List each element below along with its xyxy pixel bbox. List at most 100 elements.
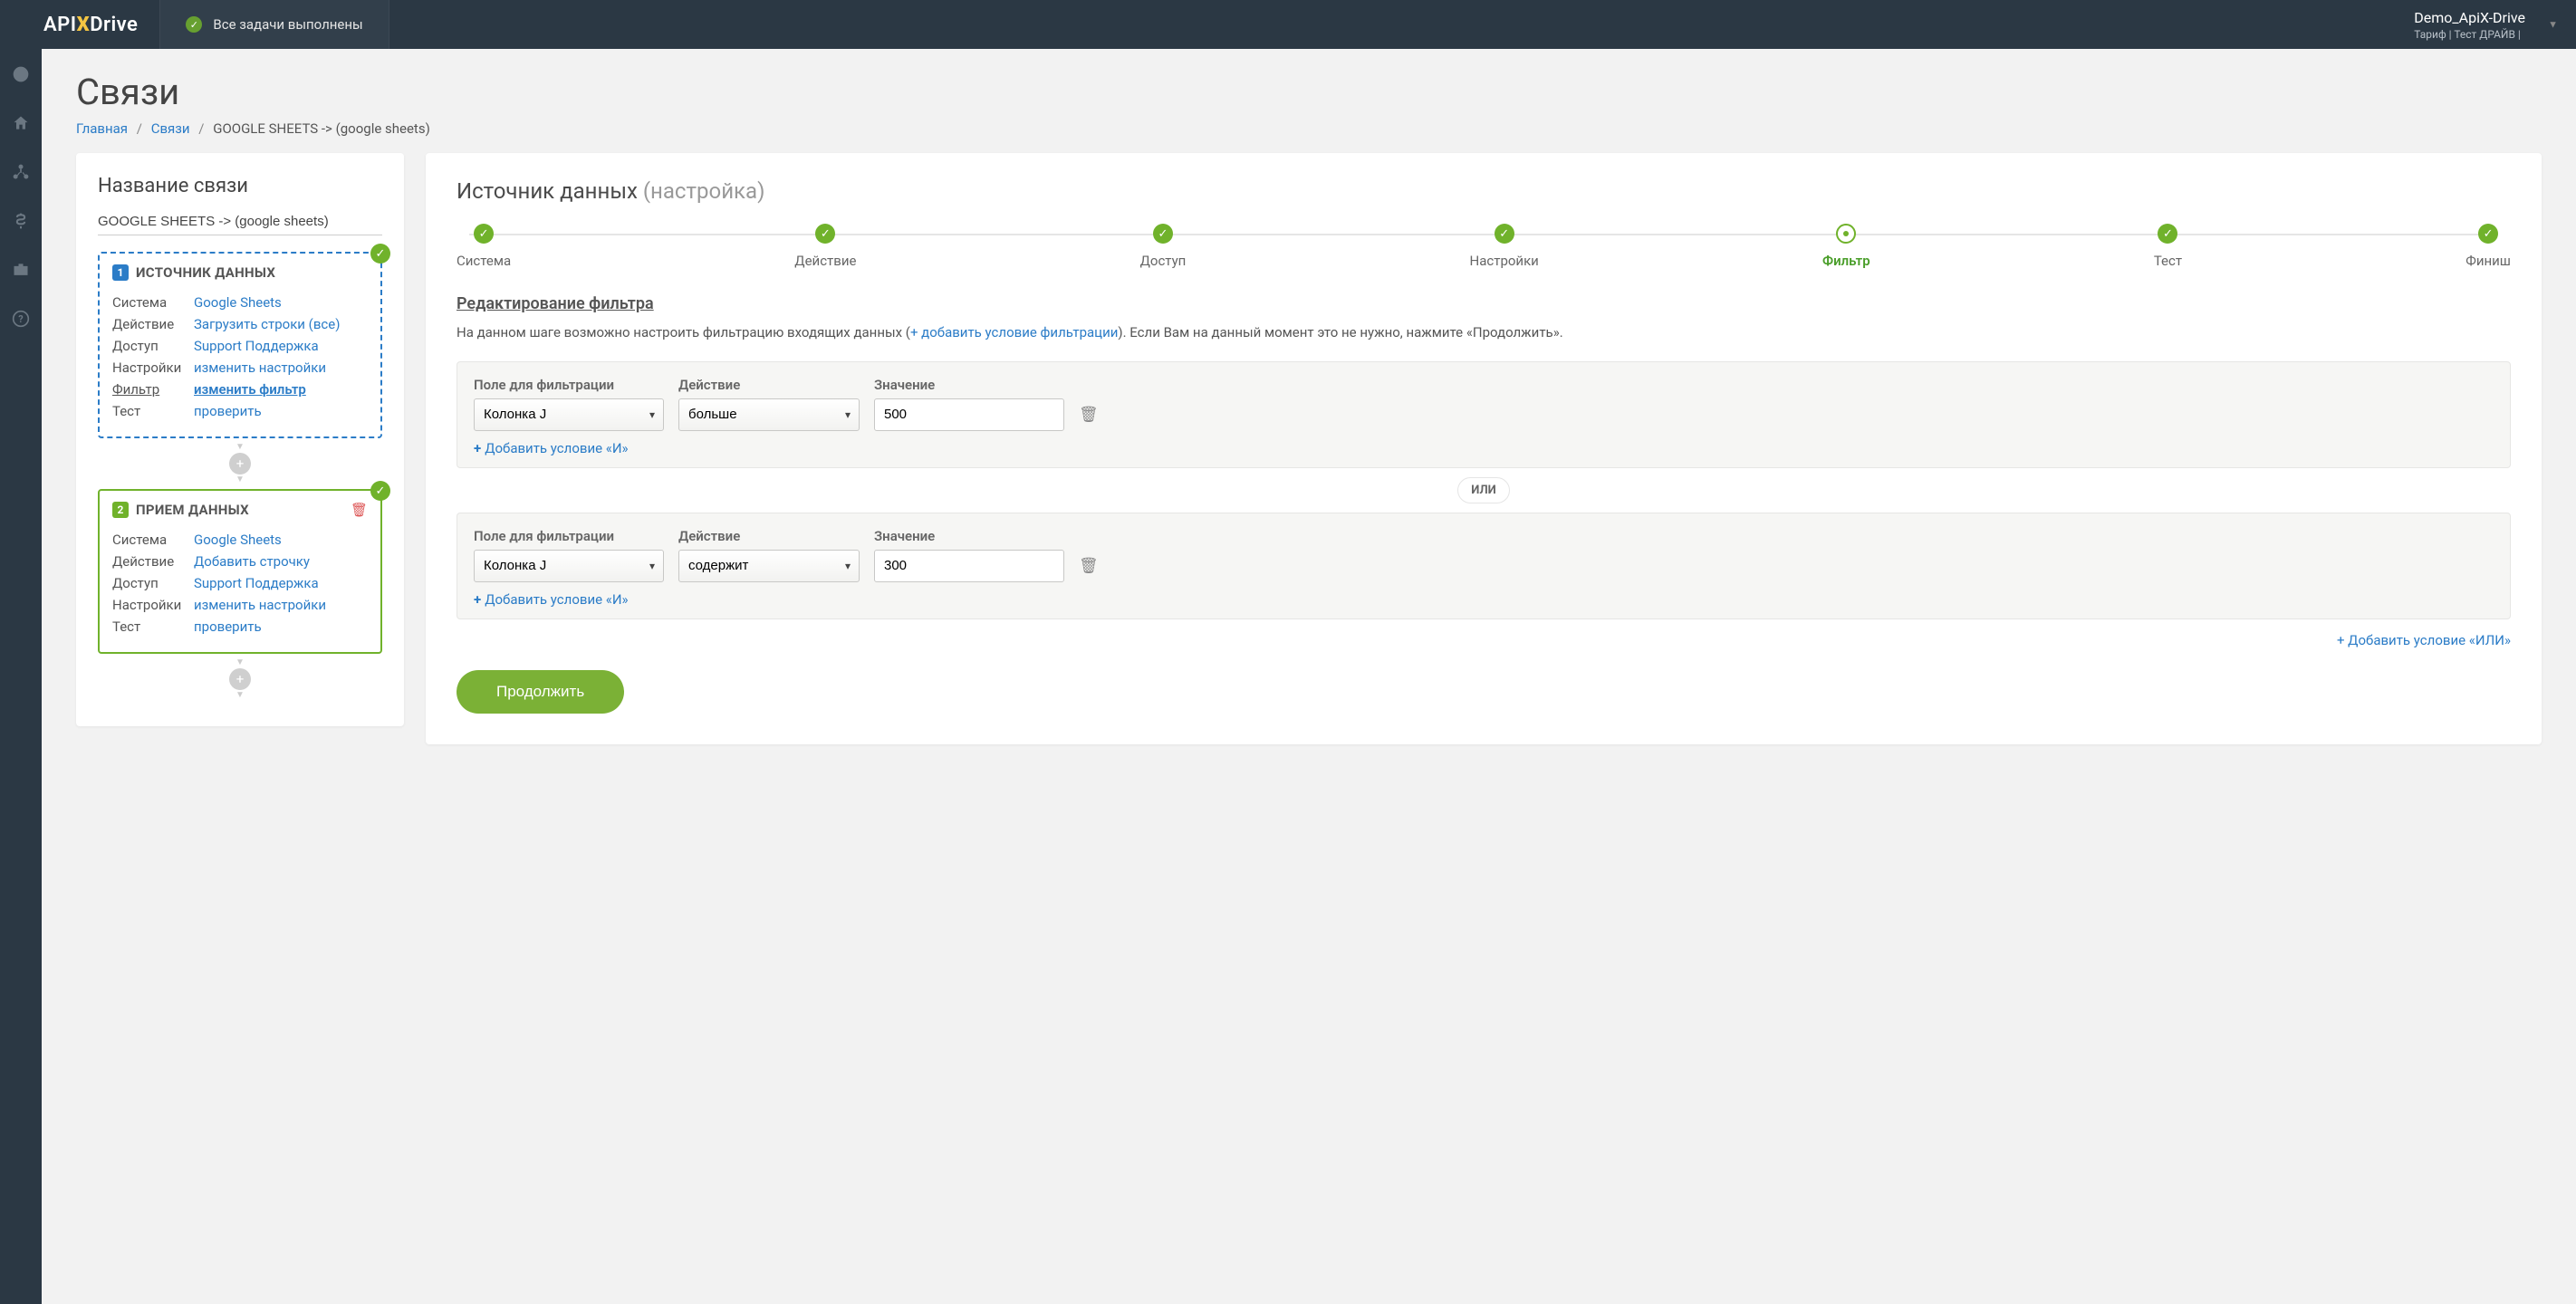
- config-key: Настройки: [112, 357, 194, 379]
- value-label: Значение: [874, 377, 1064, 393]
- breadcrumb: Главная / Связи / GOOGLE SHEETS -> (goog…: [76, 120, 2542, 137]
- config-row: Настройкиизменить настройки: [112, 594, 368, 616]
- source-block: ✓ 1 ИСТОЧНИК ДАННЫХ СистемаGoogle Sheets…: [98, 252, 382, 438]
- step-система[interactable]: ✓ Система: [457, 224, 511, 269]
- filter-action-select[interactable]: больше: [678, 398, 860, 431]
- add-and-button[interactable]: + Добавить условие «И»: [474, 440, 629, 456]
- add-or-button[interactable]: + Добавить условие «ИЛИ»: [2337, 632, 2511, 648]
- source-title: ИСТОЧНИК ДАННЫХ: [136, 264, 275, 281]
- add-filter-link[interactable]: + добавить условие фильтрации: [910, 324, 1118, 340]
- config-row: Тестпроверить: [112, 616, 368, 638]
- step-финиш[interactable]: ✓Финиш: [2465, 224, 2511, 269]
- config-key: Доступ: [112, 335, 194, 357]
- field-label: Поле для фильтрации: [474, 377, 664, 393]
- config-key: Система: [112, 529, 194, 551]
- check-badge-icon: ✓: [370, 244, 390, 264]
- nav-connections-icon[interactable]: [0, 156, 42, 188]
- config-key: Действие: [112, 313, 194, 335]
- config-value-link[interactable]: изменить настройки: [194, 594, 326, 616]
- delete-filter-icon[interactable]: 🗑: [1079, 398, 1099, 431]
- nav-help-icon[interactable]: ?: [0, 302, 42, 335]
- step-label: Тест: [2154, 253, 2182, 269]
- delete-block-icon[interactable]: 🗑: [351, 502, 368, 518]
- filter-block: Поле для фильтрацииКолонка JДействиеболь…: [457, 361, 2511, 468]
- account-menu[interactable]: Demo_ApiX-Drive Тариф | Тест ДРАЙВ | ▼: [2396, 9, 2576, 41]
- breadcrumb-home[interactable]: Главная: [76, 120, 128, 137]
- config-value-link[interactable]: Добавить строчку: [194, 551, 310, 572]
- tasks-done-pill[interactable]: ✓ Все задачи выполнены: [159, 0, 389, 49]
- filter-action-select[interactable]: содержит: [678, 550, 860, 582]
- config-value-link[interactable]: проверить: [194, 400, 262, 422]
- continue-button[interactable]: Продолжить: [457, 670, 624, 714]
- delete-filter-icon[interactable]: 🗑: [1079, 550, 1099, 582]
- config-key: Фильтр: [112, 379, 194, 400]
- panel-title: Источник данных (настройка): [457, 178, 2511, 204]
- field-label: Поле для фильтрации: [474, 528, 664, 544]
- config-key: Действие: [112, 551, 194, 572]
- filter-value-input[interactable]: [874, 550, 1064, 582]
- nav-briefcase-icon[interactable]: [0, 254, 42, 286]
- add-block-button[interactable]: +: [229, 453, 251, 475]
- config-value-link[interactable]: Support Поддержка: [194, 572, 319, 594]
- nav-arrow-icon[interactable]: [0, 58, 42, 91]
- connection-name-input[interactable]: [98, 208, 382, 235]
- logo[interactable]: APIXDrive: [0, 0, 159, 49]
- step-доступ[interactable]: ✓Доступ: [1140, 224, 1187, 269]
- step-label: Настройки: [1470, 253, 1539, 269]
- step-label: Система: [457, 253, 511, 269]
- check-badge-icon: ✓: [370, 481, 390, 501]
- config-value-link[interactable]: изменить фильтр: [194, 379, 306, 400]
- logo-x: X: [77, 14, 91, 36]
- filter-block: Поле для фильтрации Колонка J Действие соде…: [457, 513, 2511, 619]
- destination-title: ПРИЕМ ДАННЫХ: [136, 502, 249, 518]
- main-panel: Источник данных (настройка) ✓Система✓Дей…: [426, 153, 2542, 744]
- help-text: На данном шаге возможно настроить фильтр…: [457, 322, 2511, 343]
- separator: ▼ + ▼: [98, 444, 382, 484]
- topbar: APIXDrive ✓ Все задачи выполнены Demo_Ap…: [0, 0, 2576, 49]
- config-value-link[interactable]: Support Поддержка: [194, 335, 319, 357]
- step-настройки[interactable]: ✓ Настройки: [1470, 224, 1539, 269]
- value-label: Значение: [874, 528, 1064, 544]
- nav-billing-icon[interactable]: [0, 205, 42, 237]
- config-value-link[interactable]: Загрузить строки (все): [194, 313, 340, 335]
- logo-prefix: API: [43, 14, 77, 36]
- step-label: Фильтр: [1822, 253, 1870, 269]
- step-действие[interactable]: ✓Действие: [794, 224, 856, 269]
- config-row: Настройкиизменить настройки: [112, 357, 368, 379]
- step-фильтр[interactable]: Фильтр: [1822, 224, 1870, 269]
- config-key: Настройки: [112, 594, 194, 616]
- add-block-button[interactable]: +: [229, 668, 251, 690]
- or-separator: ИЛИ: [457, 477, 2511, 503]
- config-key: Доступ: [112, 572, 194, 594]
- page-title: Связи: [76, 71, 2542, 113]
- config-row: СистемаGoogle Sheets: [112, 292, 368, 313]
- config-value-link[interactable]: изменить настройки: [194, 357, 326, 379]
- step-тест[interactable]: ✓Тест: [2154, 224, 2182, 269]
- config-value-link[interactable]: Google Sheets: [194, 529, 282, 551]
- action-label: Действие: [678, 528, 860, 544]
- config-row: СистемаGoogle Sheets: [112, 529, 368, 551]
- step-dot-icon: ✓: [474, 224, 494, 244]
- filter-value-input[interactable]: [874, 398, 1064, 431]
- caret-down-icon: ▼: [2548, 19, 2558, 31]
- account-plan: Тариф | Тест ДРАЙВ |: [2414, 28, 2525, 41]
- filter-section-title: Редактирование фильтра: [457, 294, 2511, 313]
- config-row: ДоступSupport Поддержка: [112, 335, 368, 357]
- nav-home-icon[interactable]: [0, 107, 42, 139]
- check-icon: ✓: [186, 16, 202, 33]
- logo-suffix: Drive: [90, 14, 138, 36]
- breadcrumb-links[interactable]: Связи: [151, 120, 190, 137]
- destination-number: 2: [112, 502, 129, 518]
- or-pill: ИЛИ: [1457, 477, 1509, 503]
- config-value-link[interactable]: Google Sheets: [194, 292, 282, 313]
- add-and-button[interactable]: + Добавить условие «И»: [474, 591, 629, 608]
- config-value-link[interactable]: проверить: [194, 616, 262, 638]
- config-key: Система: [112, 292, 194, 313]
- step-dot-icon: ✓: [1495, 224, 1514, 244]
- step-dot-icon: [1836, 224, 1856, 244]
- filter-field-select[interactable]: Колонка J: [474, 550, 664, 582]
- account-name: Demo_ApiX-Drive: [2414, 9, 2525, 26]
- sidenav: ?: [0, 49, 42, 1304]
- config-row: ДействиеДобавить строчку: [112, 551, 368, 572]
- filter-field-select[interactable]: Колонка J: [474, 398, 664, 431]
